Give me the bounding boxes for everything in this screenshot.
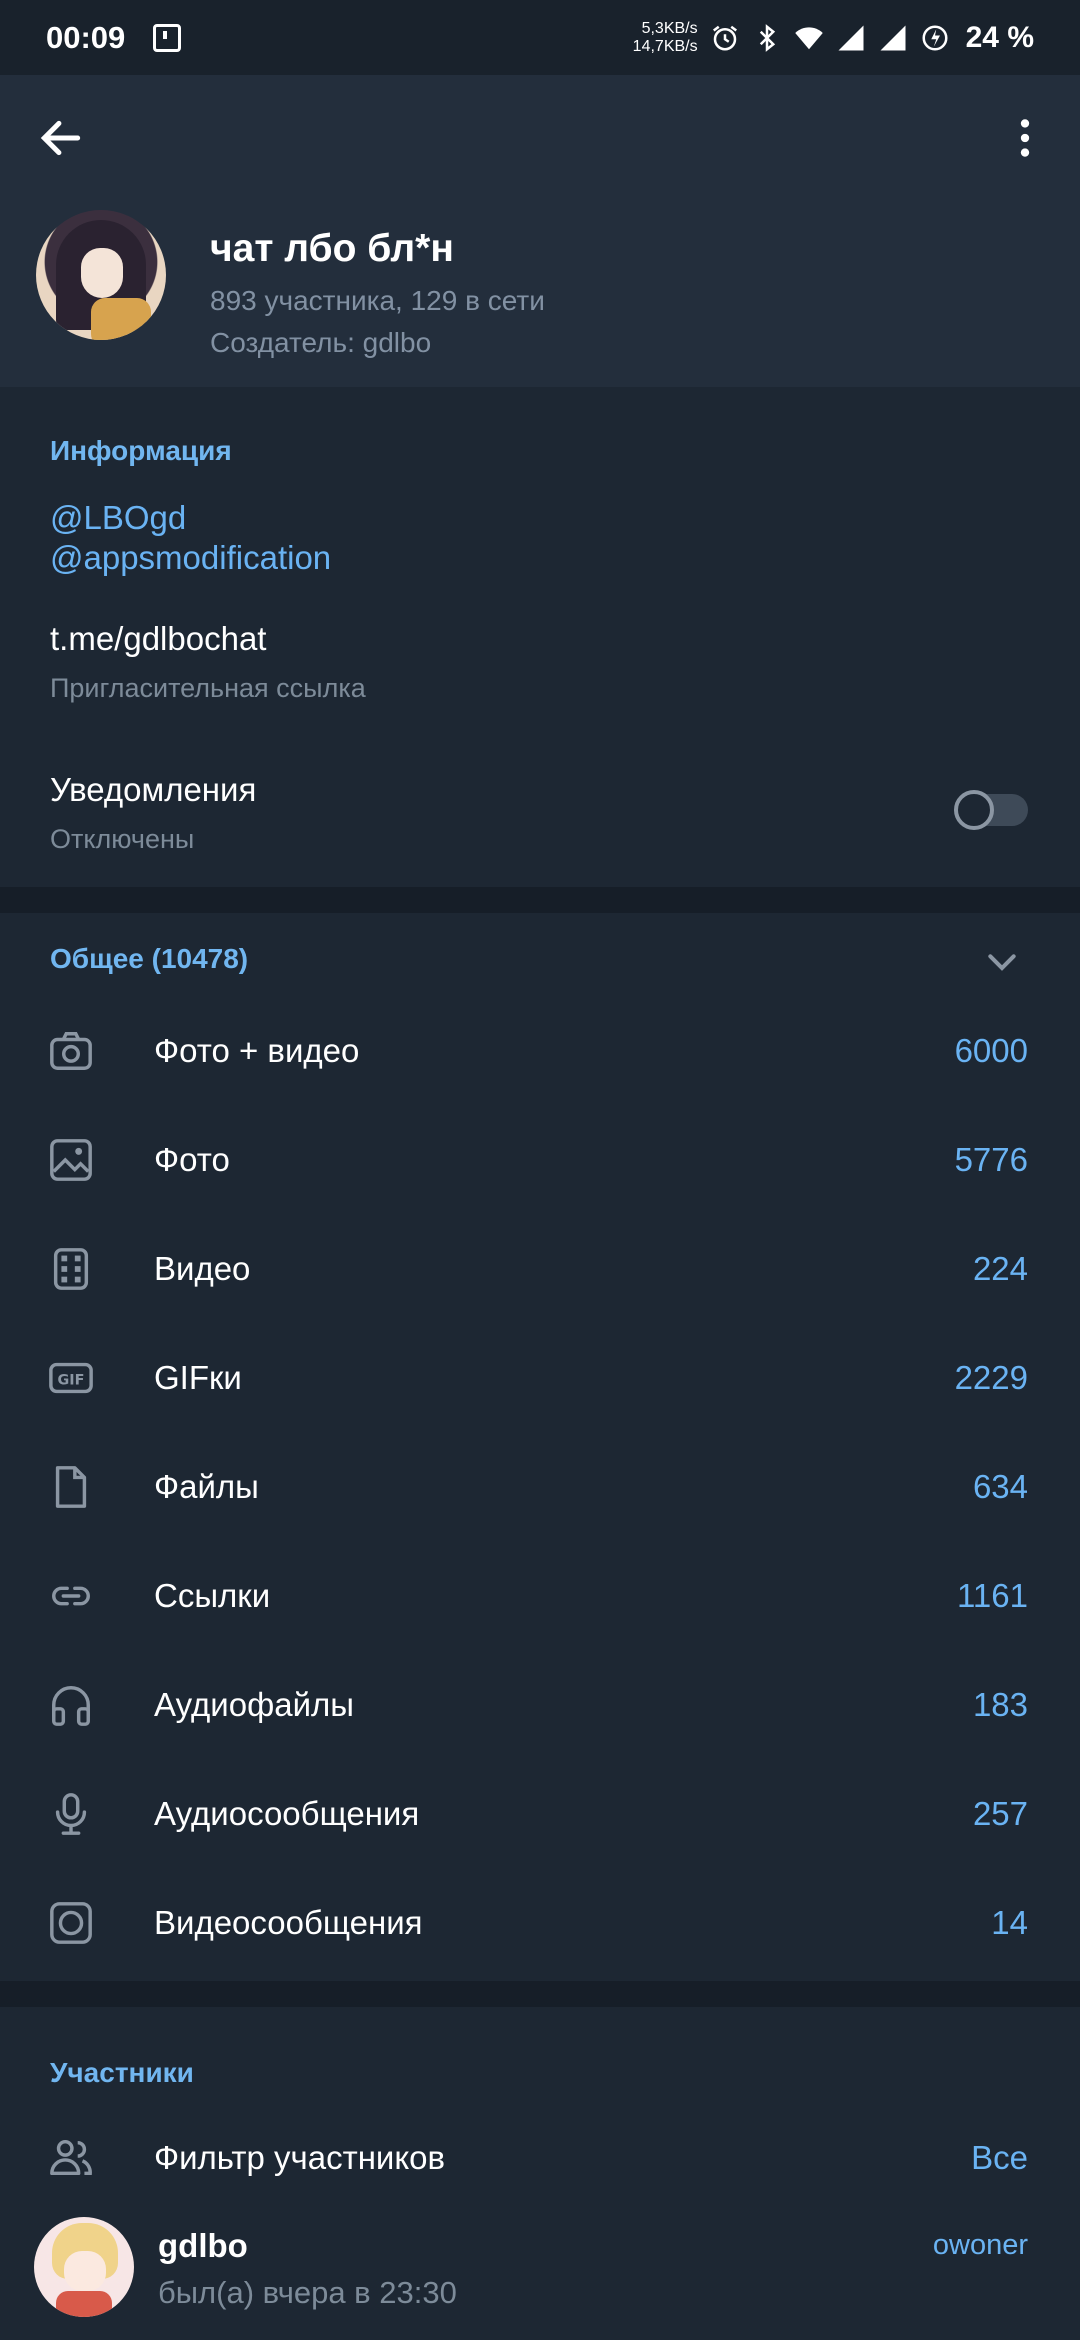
section-divider-2	[0, 1981, 1080, 2007]
battery-level: 24 %	[965, 20, 1034, 54]
chat-creator: Создатель: gdlbo	[210, 327, 432, 358]
member-status: был(а) вчера в 23:30	[158, 2275, 457, 2310]
members-filter-row[interactable]: Фильтр участников Все	[0, 2103, 1080, 2212]
section-divider	[0, 887, 1080, 913]
media-label: Аудиосообщения	[154, 1795, 420, 1832]
notifications-toggle[interactable]	[954, 790, 1028, 830]
media-row-links[interactable]: Ссылки 1161	[0, 1541, 1080, 1650]
media-count: 1161	[957, 1577, 1028, 1614]
invite-link-label: Пригласительная ссылка	[50, 673, 366, 703]
chat-title: чат лбо бл*н	[210, 227, 454, 270]
camera-icon	[50, 1032, 92, 1070]
media-count: 6000	[954, 1032, 1028, 1069]
media-label: Фото	[154, 1141, 230, 1178]
microphone-icon	[55, 1793, 87, 1835]
media-label: Видеосообщения	[154, 1904, 423, 1941]
media-row-photo[interactable]: Фото 5776	[0, 1105, 1080, 1214]
profile-header: чат лбо бл*н 893 участника, 129 в сети С…	[0, 75, 1080, 387]
chat-members-count: 893 участника, 129 в сети	[210, 285, 545, 316]
media-count: 14	[991, 1904, 1028, 1941]
member-name[interactable]: gdlbo	[158, 2227, 248, 2265]
media-label: Фото + видео	[154, 1032, 360, 1069]
speed-up: 5,3KB/s	[641, 19, 698, 37]
media-row-video-messages[interactable]: Видеосообщения 14	[0, 1868, 1080, 1977]
notifications-label[interactable]: Уведомления	[50, 771, 256, 809]
media-count: 634	[972, 1468, 1028, 1505]
file-icon	[55, 1466, 87, 1508]
status-bar: 00:09 5,3KB/s 14,7KB/s 24 %	[0, 0, 1080, 75]
notification-icon	[153, 23, 182, 52]
shared-media-section: Общее (10478) Фото + видео 6000 Фото 577…	[0, 913, 1080, 1983]
media-row-voice-messages[interactable]: Аудиосообщения 257	[0, 1759, 1080, 1868]
media-label: GIFки	[154, 1359, 242, 1396]
media-label: Файлы	[154, 1468, 259, 1505]
image-icon	[50, 1139, 92, 1181]
media-row-gif[interactable]: GIF GIFки 2229	[0, 1323, 1080, 1432]
network-speed: 5,3KB/s 14,7KB/s	[633, 20, 698, 56]
media-count: 2229	[954, 1359, 1028, 1396]
status-time: 00:09	[46, 19, 126, 55]
info-link-1[interactable]: @LBOgd	[50, 499, 186, 537]
media-row-audio-files[interactable]: Аудиофайлы 183	[0, 1650, 1080, 1759]
member-role-badge: owoner	[932, 2229, 1028, 2261]
gif-icon: GIF	[49, 1362, 93, 1394]
media-row-photo-video[interactable]: Фото + видео 6000	[0, 996, 1080, 1105]
headphones-icon	[52, 1686, 90, 1726]
chat-avatar[interactable]	[36, 210, 166, 340]
media-count: 224	[972, 1250, 1028, 1287]
media-label: Видео	[154, 1250, 251, 1287]
signal-2-icon	[880, 25, 906, 50]
media-count: 5776	[954, 1141, 1028, 1178]
members-filter-value: Все	[971, 2139, 1028, 2176]
media-count: 183	[972, 1686, 1028, 1723]
media-row-files[interactable]: Файлы 634	[0, 1432, 1080, 1541]
video-message-icon	[50, 1902, 92, 1944]
members-section-title: Участники	[50, 2057, 194, 2088]
shared-media-title: Общее (10478)	[50, 943, 249, 974]
member-avatar[interactable]	[34, 2217, 134, 2317]
info-link-2[interactable]: @appsmodification	[50, 539, 331, 577]
invite-link[interactable]: t.me/gdlbochat	[50, 620, 266, 658]
speed-down: 14,7KB/s	[632, 37, 698, 55]
link-icon	[52, 1586, 90, 1606]
members-section: Участники Фильтр участников Все gdlbo бы…	[0, 2007, 1080, 2340]
users-icon	[50, 2139, 92, 2176]
media-row-video[interactable]: Видео 224	[0, 1214, 1080, 1323]
back-arrow-icon[interactable]	[36, 113, 86, 163]
info-section-title: Информация	[50, 435, 232, 466]
chevron-down-icon[interactable]	[982, 943, 1022, 983]
alarm-icon	[712, 25, 737, 50]
members-filter-label: Фильтр участников	[154, 2139, 446, 2176]
battery-charging-icon	[922, 25, 948, 50]
notifications-state: Отключены	[50, 824, 195, 854]
film-icon	[53, 1248, 89, 1290]
media-count: 257	[972, 1795, 1028, 1832]
bluetooth-icon	[759, 23, 775, 52]
wifi-icon	[794, 26, 823, 49]
status-right: 5,3KB/s 14,7KB/s 24 %	[633, 20, 1034, 56]
media-label: Ссылки	[154, 1577, 271, 1614]
svg-text:GIF: GIF	[58, 1372, 85, 1388]
media-label: Аудиофайлы	[154, 1686, 354, 1723]
more-vertical-icon[interactable]	[1000, 113, 1050, 163]
info-section: Информация @LBOgd @appsmodification t.me…	[0, 387, 1080, 887]
signal-icon	[838, 25, 864, 50]
